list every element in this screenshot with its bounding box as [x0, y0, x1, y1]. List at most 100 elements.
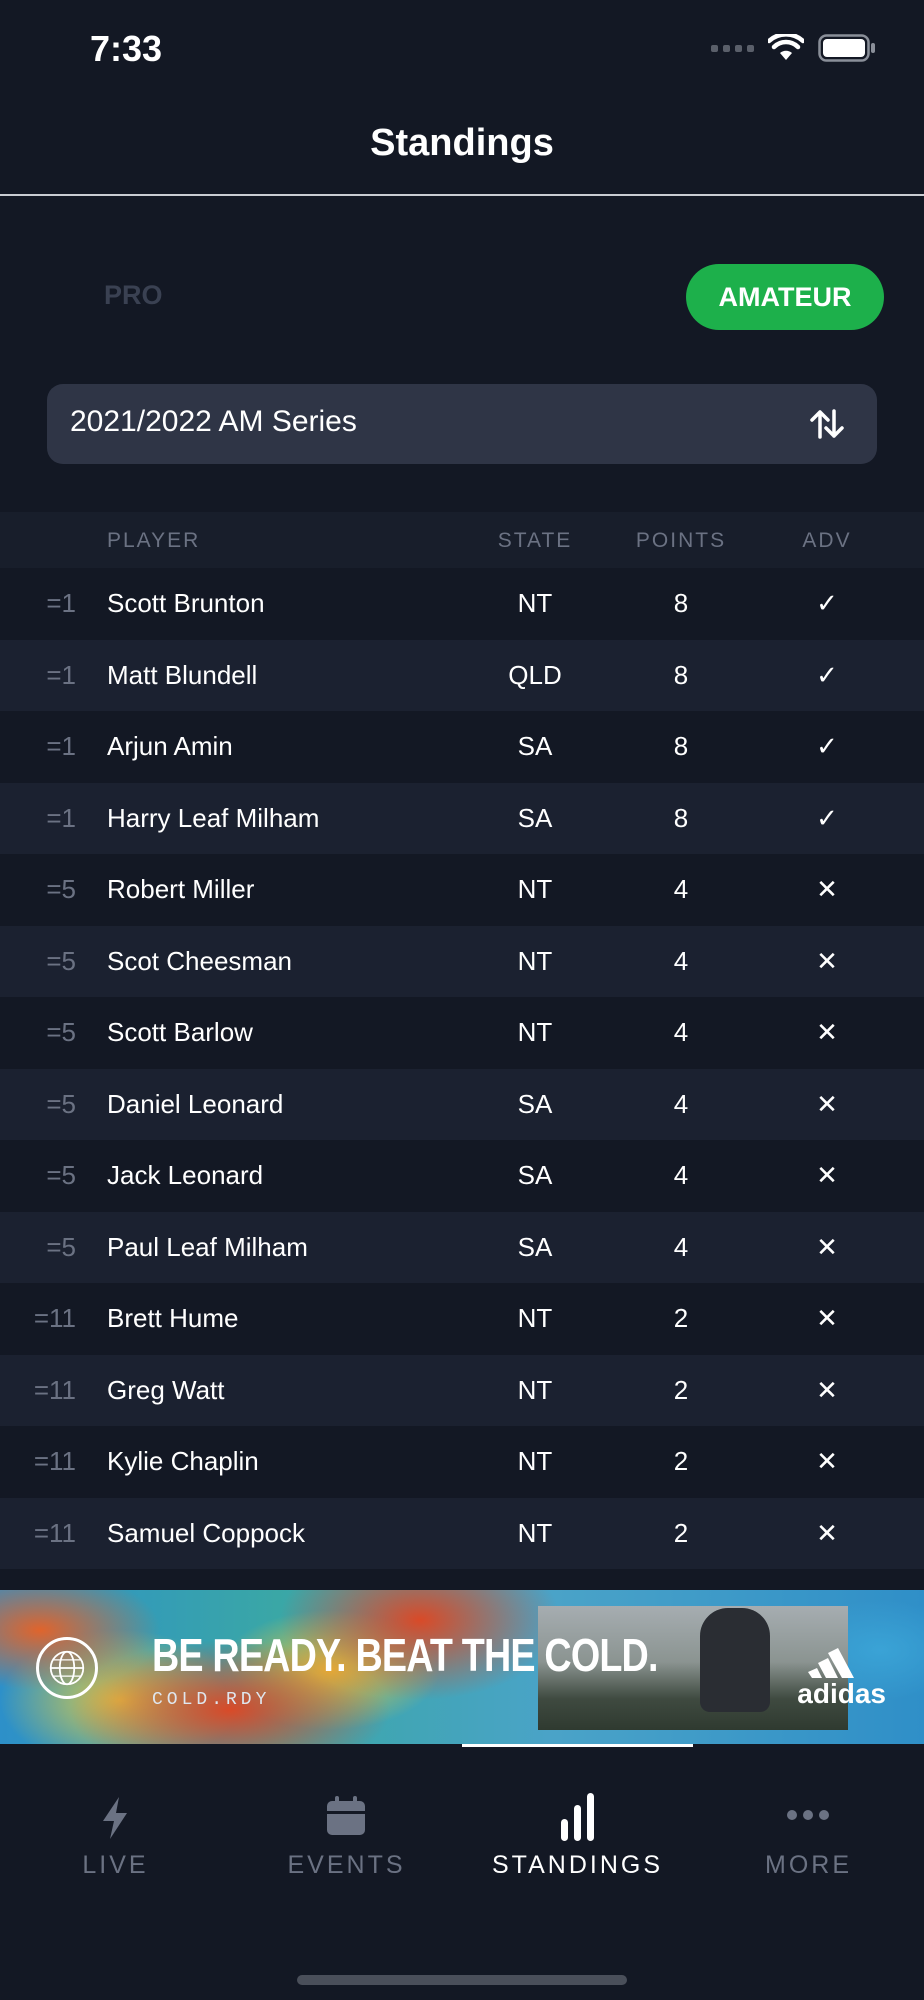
table-row[interactable]: =1 Harry Leaf Milham SA 8 ✓	[0, 782, 924, 854]
row-points: 2	[673, 1303, 689, 1333]
row-rank: =5	[46, 1160, 76, 1190]
navigation-header: Standings	[0, 100, 924, 196]
row-state: SA	[517, 731, 553, 761]
row-state: NT	[517, 1446, 553, 1476]
status-bar: 7:33	[0, 0, 924, 100]
tab-label: EVENTS	[287, 1851, 406, 1879]
status-icons	[711, 34, 876, 62]
page-title: Standings	[370, 122, 554, 164]
row-player-name: Jack Leonard	[107, 1160, 264, 1190]
series-selector[interactable]: 2021/2022 AM Series	[47, 384, 877, 464]
cross-icon: ✕	[816, 1446, 838, 1476]
tab-bar: LIVE EVENTS STANDINGS MORE	[0, 1747, 924, 2000]
row-points: 8	[673, 659, 689, 690]
table-row[interactable]: =11 Samuel Coppock NT 2 ✕	[0, 1497, 924, 1569]
table-row[interactable]: =5 Scot Cheesman NT 4 ✕	[0, 925, 924, 997]
table-row[interactable]: =1 Scott Brunton NT 8 ✓	[0, 568, 924, 640]
row-rank: =1	[46, 659, 76, 690]
row-rank: =5	[46, 1017, 76, 1047]
sort-arrows-icon	[810, 409, 844, 439]
check-icon: ✓	[816, 802, 838, 833]
tab-more[interactable]: MORE	[693, 1747, 924, 1907]
row-player-name: Paul Leaf Milham	[107, 1231, 308, 1262]
table-row[interactable]: =11 Brett Hume NT 2 ✕	[0, 1283, 924, 1355]
table-row[interactable]: =5 Robert Miller NT 4 ✕	[0, 854, 924, 926]
calendar-icon	[327, 1796, 365, 1835]
home-indicator	[297, 1975, 627, 1985]
cross-icon: ✕	[816, 1231, 838, 1262]
battery-icon	[818, 34, 875, 62]
tab-live[interactable]: LIVE	[0, 1747, 231, 1907]
row-rank: =11	[33, 1446, 76, 1476]
cross-icon: ✕	[816, 1517, 838, 1548]
table-row[interactable]: =1 Arjun Amin SA 8 ✓	[0, 711, 924, 783]
row-rank: =5	[46, 874, 76, 904]
row-state: NT	[517, 588, 553, 618]
cross-icon: ✕	[816, 874, 838, 904]
segment-pro[interactable]: PRO	[104, 280, 163, 311]
cross-icon: ✕	[816, 1374, 838, 1405]
row-player-name: Scott Barlow	[107, 1017, 253, 1047]
row-points: 4	[673, 1017, 689, 1047]
column-header-player: PLAYER	[107, 529, 201, 552]
row-rank: =1	[46, 588, 76, 618]
row-points: 2	[673, 1446, 689, 1476]
row-points: 8	[673, 731, 689, 761]
check-icon: ✓	[816, 731, 838, 761]
table-row[interactable]: =11 Greg Watt NT 2 ✕	[0, 1354, 924, 1426]
row-rank: =5	[46, 1231, 76, 1262]
standings-table: PLAYER STATE POINTS ADV =1 Scott Brunton N…	[0, 512, 924, 1569]
row-rank: =11	[33, 1374, 76, 1405]
check-icon: ✓	[816, 659, 838, 690]
row-rank: =1	[46, 731, 76, 761]
segment-amateur[interactable]: AMATEUR	[686, 264, 884, 330]
table-row[interactable]: =5 Scott Barlow NT 4 ✕	[0, 997, 924, 1069]
row-points: 8	[673, 588, 689, 618]
ad-brand: adidas	[797, 1678, 886, 1709]
row-player-name: Scott Brunton	[107, 588, 265, 618]
cross-icon: ✕	[816, 1088, 838, 1119]
row-points: 4	[673, 1088, 689, 1119]
cross-icon: ✕	[816, 945, 838, 976]
row-player-name: Robert Miller	[107, 874, 255, 904]
row-rank: =5	[46, 945, 76, 976]
column-header-adv: ADV	[802, 529, 852, 552]
golfer-image	[700, 1608, 770, 1712]
row-state: NT	[517, 1374, 553, 1405]
row-state: NT	[517, 874, 553, 904]
row-player-name: Brett Hume	[107, 1303, 239, 1333]
table-row[interactable]: =5 Daniel Leonard SA 4 ✕	[0, 1068, 924, 1140]
table-row[interactable]: =11 Kylie Chaplin NT 2 ✕	[0, 1426, 924, 1498]
row-player-name: Harry Leaf Milham	[107, 802, 320, 833]
table-row[interactable]: =5 Paul Leaf Milham SA 4 ✕	[0, 1211, 924, 1283]
check-icon: ✓	[816, 588, 838, 618]
row-points: 4	[673, 945, 689, 976]
tab-standings[interactable]: STANDINGS	[462, 1747, 693, 1907]
status-time: 7:33	[90, 28, 163, 69]
ad-banner[interactable]: BE READY. BEAT THE COLD. COLD.RDY adidas	[0, 1590, 924, 1744]
tour-segment-control: PRO AMATEUR	[0, 264, 924, 330]
column-header-state: STATE	[497, 529, 573, 552]
tab-events[interactable]: EVENTS	[231, 1747, 462, 1907]
row-rank: =11	[33, 1517, 76, 1548]
cross-icon: ✕	[816, 1303, 838, 1333]
series-selector-value: 2021/2022 AM Series	[70, 405, 357, 438]
table-row[interactable]: =1 Matt Blundell QLD 8 ✓	[0, 639, 924, 711]
wifi-icon	[768, 34, 804, 60]
bar-chart-icon	[561, 1793, 594, 1841]
adidas-stripes-icon	[808, 1648, 854, 1678]
tab-label: STANDINGS	[492, 1851, 663, 1879]
row-player-name: Daniel Leonard	[107, 1088, 284, 1119]
row-player-name: Kylie Chaplin	[107, 1446, 259, 1476]
lightning-icon	[103, 1797, 127, 1839]
column-header-points: POINTS	[635, 529, 727, 552]
table-row[interactable]: =5 Jack Leonard SA 4 ✕	[0, 1140, 924, 1212]
row-points: 8	[673, 802, 689, 833]
row-state: SA	[517, 1088, 553, 1119]
row-rank: =5	[46, 1088, 76, 1119]
globe-logo-icon	[36, 1637, 98, 1699]
row-points: 4	[673, 1160, 689, 1190]
row-player-name: Samuel Coppock	[107, 1517, 305, 1548]
table-body: =1 Scott Brunton NT 8 ✓ =1 Matt Blundell QLD 8 ✓…	[0, 568, 924, 1569]
row-state: NT	[517, 1017, 553, 1047]
